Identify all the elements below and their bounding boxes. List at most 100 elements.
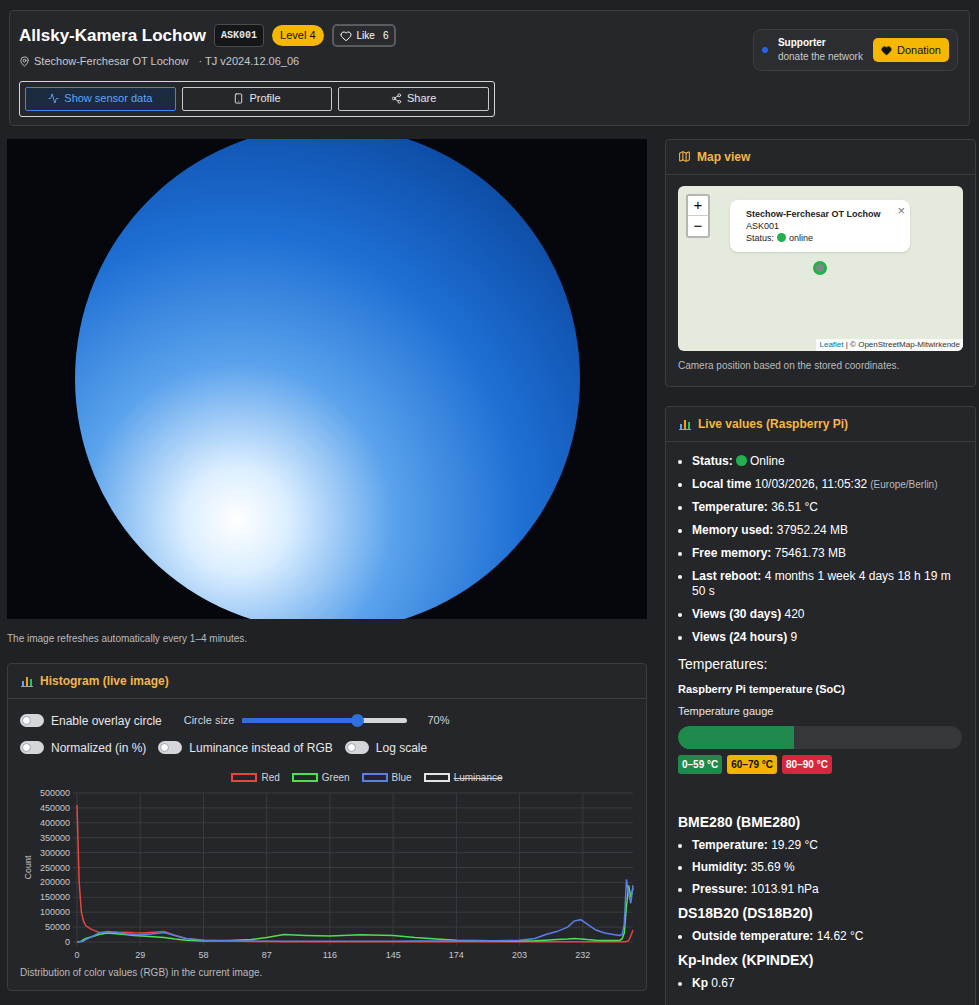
- button-icon: [48, 93, 59, 104]
- chart-legend: Red Green Blue Luminance: [8, 770, 646, 785]
- svg-text:100000: 100000: [40, 907, 70, 917]
- live-value-item: Temperature: 36.51 °C: [692, 500, 965, 515]
- slider-row[interactable]: Circle size70%: [184, 712, 450, 729]
- supporter-title: Supporter: [778, 36, 863, 50]
- toggle-switch[interactable]: [158, 741, 182, 754]
- sensors-section: BME280 (BME280)Temperature: 19.29 °CHumi…: [666, 812, 975, 991]
- sensor-block: DS18B20 (DS18B20)Outside temperature: 14…: [678, 903, 963, 944]
- header-button[interactable]: Share: [338, 87, 489, 111]
- sensor-value-item: Humidity: 35.69 %: [692, 860, 963, 875]
- toggle-knob: [22, 743, 31, 752]
- temperatures-section: Temperatures:Raspberry Pi temperature (S…: [666, 654, 975, 774]
- live-value-item: Free memory: 75461.73 MB: [692, 546, 965, 561]
- toggle-row[interactable]: Normalized (in %): [20, 739, 146, 757]
- live-value-item: Local time 10/03/2026, 11:05:32(Europe/B…: [692, 477, 965, 492]
- sensor-value-item: Pressure: 1013.91 hPa: [692, 882, 963, 897]
- zoom-out-button[interactable]: −: [688, 216, 708, 236]
- header-button[interactable]: Show sensor data: [25, 87, 176, 111]
- svg-text:174: 174: [449, 950, 464, 960]
- svg-text:250000: 250000: [40, 862, 70, 872]
- svg-text:150000: 150000: [40, 892, 70, 902]
- svg-text:0: 0: [65, 937, 70, 947]
- toggle-switch[interactable]: [20, 741, 44, 754]
- button-icon: [233, 93, 244, 104]
- supporter-subtitle: donate the network: [778, 50, 863, 64]
- histogram-header: Histogram (live image): [8, 664, 646, 699]
- live-header: Live values (Raspberry Pi): [666, 407, 975, 442]
- status-dot: [777, 233, 786, 242]
- temperature-gauge: [678, 726, 962, 749]
- popup-close-button[interactable]: ×: [897, 201, 905, 221]
- live-values-list: Status: OnlineLocal time 10/03/2026, 11:…: [666, 442, 975, 645]
- camera-image: [7, 139, 647, 619]
- svg-text:203: 203: [512, 950, 527, 960]
- legend-item[interactable]: Green: [292, 770, 350, 785]
- sensor-block: BME280 (BME280)Temperature: 19.29 °CHumi…: [678, 812, 963, 897]
- sensor-block: Kp-Index (KPINDEX) Kp 0.67: [678, 950, 963, 991]
- range-chip: 0–59 °C: [678, 755, 722, 774]
- camera-caption: The image refreshes automatically every …: [7, 631, 647, 646]
- legend-item[interactable]: Red: [231, 770, 279, 785]
- toggle-knob: [160, 743, 169, 752]
- svg-text:200000: 200000: [40, 877, 70, 887]
- zoom-control: +−: [686, 194, 710, 238]
- zoom-in-button[interactable]: +: [688, 196, 708, 216]
- control-row: Normalized (in %) Luminance instead of RG…: [20, 739, 634, 757]
- toggle-label: Log scale: [376, 739, 427, 757]
- sensor-title: DS18B20 (DS18B20): [678, 903, 963, 924]
- like-button[interactable]: Like6: [332, 24, 397, 47]
- toggle-row[interactable]: Log scale: [345, 739, 427, 757]
- live-value-item: Memory used: 37952.24 MB: [692, 523, 965, 538]
- histogram-caption: Distribution of color values (RGB) in th…: [8, 965, 646, 990]
- toggle-switch[interactable]: [345, 741, 369, 754]
- svg-text:450000: 450000: [40, 802, 70, 812]
- station-header: Allsky-Kamera LochowASK001Level 4Like6St…: [9, 10, 970, 126]
- toggle-row[interactable]: Luminance instead of RGB: [158, 739, 332, 757]
- svg-text:87: 87: [262, 950, 272, 960]
- toggle-row[interactable]: Enable overlay circle: [20, 712, 162, 730]
- chart-icon: [21, 675, 33, 687]
- map-header: Map view: [666, 140, 975, 175]
- svg-text:300000: 300000: [40, 847, 70, 857]
- live-panel: Live values (Raspberry Pi)Status: Online…: [665, 406, 976, 1005]
- toggle-label: Normalized (in %): [51, 739, 146, 757]
- sky-disc: [75, 139, 580, 619]
- svg-text:0: 0: [74, 950, 79, 960]
- left-column: The image refreshes automatically every …: [7, 139, 647, 991]
- slider-fill: [242, 718, 358, 723]
- svg-text:58: 58: [198, 950, 208, 960]
- donation-button[interactable]: Donation: [873, 38, 949, 63]
- sensor-title: Kp-Index (KPINDEX): [678, 950, 963, 971]
- toggle-knob: [22, 716, 31, 725]
- legend-swatch: [231, 773, 257, 782]
- header-button[interactable]: Profile: [182, 87, 333, 111]
- slider-track[interactable]: [242, 718, 407, 723]
- live-value-item: Last reboot: 4 months 1 week 4 days 18 h…: [692, 569, 965, 599]
- sensor-value-item: Kp 0.67: [692, 976, 963, 991]
- map-panel: Map view+−×Stechow-Ferchesar OT LochowAS…: [665, 139, 976, 387]
- live-value-item: Views (30 days) 420: [692, 607, 965, 622]
- page: Allsky-Kamera LochowASK001Level 4Like6St…: [0, 0, 979, 1005]
- legend-swatch: [292, 773, 318, 782]
- histogram-series: [77, 804, 633, 941]
- map-caption: Camera position based on the stored coor…: [666, 358, 975, 386]
- map-attribution: Leaflet | © OpenStreetMap-Mitwirkende: [816, 339, 963, 351]
- live-value-item: Views (24 hours) 9: [692, 630, 965, 645]
- heart-icon: [340, 30, 352, 42]
- level-badge: Level 4: [272, 25, 323, 46]
- svg-text:29: 29: [135, 950, 145, 960]
- map-widget[interactable]: +−×Stechow-Ferchesar OT LochowASK001Stat…: [678, 186, 963, 351]
- sensor-title: BME280 (BME280): [678, 812, 963, 833]
- map-icon: [678, 150, 691, 163]
- slider-thumb[interactable]: [351, 714, 364, 727]
- map-marker[interactable]: [813, 261, 827, 275]
- range-chip: 80–90 °C: [782, 755, 832, 774]
- toggle-switch[interactable]: [20, 714, 44, 727]
- supporter-dot: [762, 47, 768, 53]
- svg-text:232: 232: [575, 950, 590, 960]
- legend-item[interactable]: Luminance: [424, 770, 503, 785]
- status-dot: [736, 455, 747, 466]
- slider-reading: 70%: [427, 712, 449, 729]
- legend-item[interactable]: Blue: [362, 770, 412, 785]
- location-pin-icon: [19, 56, 30, 67]
